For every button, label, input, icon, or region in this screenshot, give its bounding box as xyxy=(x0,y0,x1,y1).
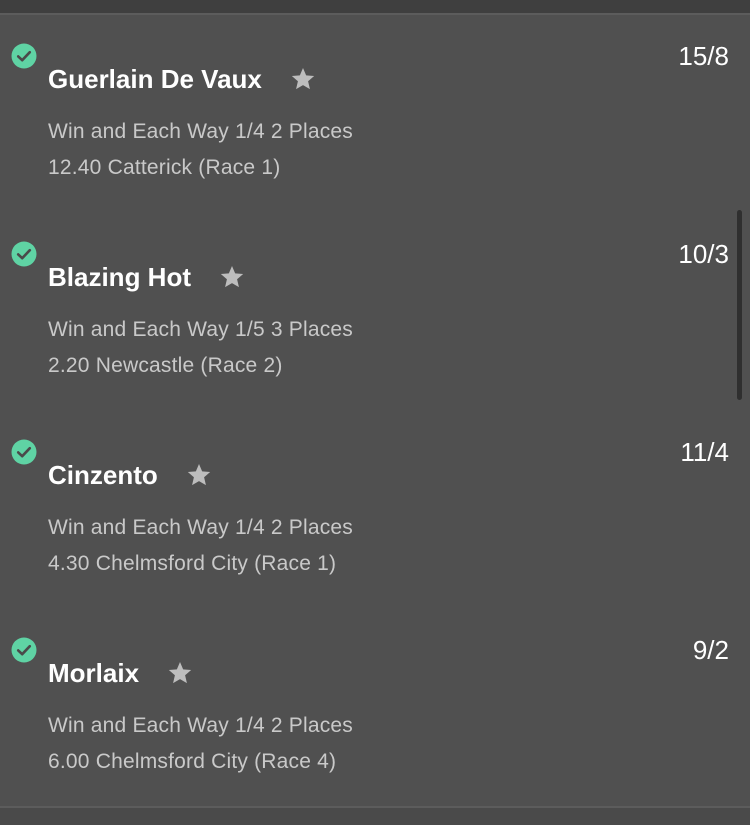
selection-odds: 11/4 xyxy=(680,437,729,467)
selection-odds: 15/8 xyxy=(678,41,729,71)
selection-item[interactable]: Cinzento 11/4 Win and Each Way 1/4 2 Pla… xyxy=(0,411,750,609)
selection-name: Morlaix xyxy=(48,657,140,688)
race-info: 4.30 Chelmsford City (Race 1) xyxy=(48,552,337,575)
selection-item[interactable]: Guerlain De Vaux 15/8 Win and Each Way 1… xyxy=(0,15,750,213)
market-description: Win and Each Way 1/4 2 Places xyxy=(48,120,353,143)
selection-item[interactable]: Blazing Hot 10/3 Win and Each Way 1/5 3 … xyxy=(0,213,750,411)
market-description: Win and Each Way 1/4 2 Places xyxy=(48,516,353,539)
selection-name-row: Blazing Hot xyxy=(48,257,245,297)
market-description: Win and Each Way 1/4 2 Places xyxy=(48,714,353,737)
check-circle-icon xyxy=(11,439,37,465)
star-icon[interactable] xyxy=(167,660,193,686)
bottom-band xyxy=(0,808,750,825)
selection-name-row: Guerlain De Vaux xyxy=(48,59,316,99)
selection-name: Cinzento xyxy=(48,459,158,490)
star-icon[interactable] xyxy=(219,264,245,290)
selection-name-row: Morlaix xyxy=(48,653,193,693)
star-icon[interactable] xyxy=(186,462,212,488)
selection-name-row: Cinzento xyxy=(48,455,212,495)
check-circle-icon xyxy=(11,241,37,267)
selection-item[interactable]: Morlaix 9/2 Win and Each Way 1/4 2 Place… xyxy=(0,609,750,807)
market-description: Win and Each Way 1/5 3 Places xyxy=(48,318,353,341)
selection-odds: 10/3 xyxy=(678,239,729,269)
race-info: 12.40 Catterick (Race 1) xyxy=(48,156,281,179)
star-icon[interactable] xyxy=(290,66,316,92)
selection-odds: 9/2 xyxy=(692,635,729,665)
race-info: 2.20 Newcastle (Race 2) xyxy=(48,354,283,377)
top-band xyxy=(0,0,750,13)
scrollbar[interactable] xyxy=(737,210,742,400)
race-info: 6.00 Chelmsford City (Race 4) xyxy=(48,750,337,773)
selection-name: Blazing Hot xyxy=(48,261,191,292)
check-circle-icon xyxy=(11,637,37,663)
check-circle-icon xyxy=(11,43,37,69)
selection-name: Guerlain De Vaux xyxy=(48,63,262,94)
